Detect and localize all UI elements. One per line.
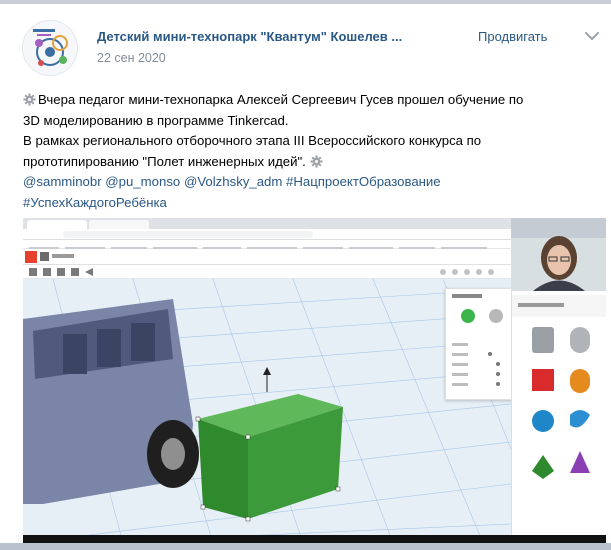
url-field	[63, 231, 313, 238]
mention-pu-monso[interactable]: @pu_monso	[105, 174, 180, 189]
attached-video[interactable]	[23, 218, 606, 543]
hashtag-line-2: #УспехКаждогоРебёнка	[23, 193, 603, 214]
shapes-library-content	[512, 295, 606, 479]
hashtag-line-1: @samminobr @pu_monso @Volzhsky_adm #Нацп…	[23, 172, 603, 193]
post-text-line-1-content: Вчера педагог мини-технопарка Алексей Се…	[38, 92, 524, 107]
post-text-line-4: прототипированию "Полет инженерных идей"…	[23, 152, 603, 173]
hashtag-natsproekt[interactable]: #НацпроектОбразование	[286, 174, 441, 189]
post-text-line-4-content: прототипированию "Полет инженерных идей"…	[23, 153, 306, 169]
webcam-overlay	[511, 218, 606, 291]
gear-emoji-icon	[309, 155, 323, 168]
hashtag-uspekh[interactable]: #УспехКаждогоРебёнка	[23, 195, 167, 210]
webcam-image	[511, 218, 606, 291]
grid-view-icon	[40, 252, 74, 261]
mention-samminobr[interactable]: @samminobr	[23, 174, 102, 189]
shape-properties-panel	[445, 288, 515, 400]
post-text-line-2: 3D моделированию в программе Tinkercad.	[23, 112, 289, 128]
post-text: Вчера педагог мини-технопарка Алексей Се…	[23, 90, 603, 214]
toolbar-icons	[29, 268, 494, 276]
group-avatar[interactable]	[22, 20, 78, 76]
shape-properties-content	[452, 294, 503, 386]
chevron-down-icon[interactable]	[584, 30, 600, 42]
shapes-library-panel	[511, 265, 606, 543]
top-edge	[0, 0, 611, 4]
gear-emoji-icon	[23, 93, 36, 106]
video-bottom-bar	[23, 535, 606, 543]
post-card: Детский мини-технопарк "Квантум" Кошелев…	[0, 0, 611, 550]
post-text-line-1: Вчера педагог мини-технопарка Алексей Се…	[23, 90, 603, 111]
tinkercad-toolbar	[23, 265, 511, 279]
tinkercad-workplane	[23, 279, 511, 543]
group-logo	[23, 21, 77, 75]
browser-tab	[27, 220, 87, 229]
group-name[interactable]: Детский мини-технопарк "Квантум" Кошелев…	[97, 29, 437, 44]
bottom-edge	[0, 543, 611, 550]
promote-button[interactable]: Продвигать	[478, 29, 547, 44]
post-text-line-3: В рамках регионального отборочного этапа…	[23, 133, 482, 149]
browser-tab	[89, 220, 149, 229]
mention-volzhsky-adm[interactable]: @Volzhsky_adm	[184, 174, 282, 189]
tinkercad-logo	[25, 251, 37, 263]
post-date[interactable]: 22 сен 2020	[97, 51, 166, 65]
post-header: Детский мини-технопарк "Квантум" Кошелев…	[0, 8, 611, 78]
